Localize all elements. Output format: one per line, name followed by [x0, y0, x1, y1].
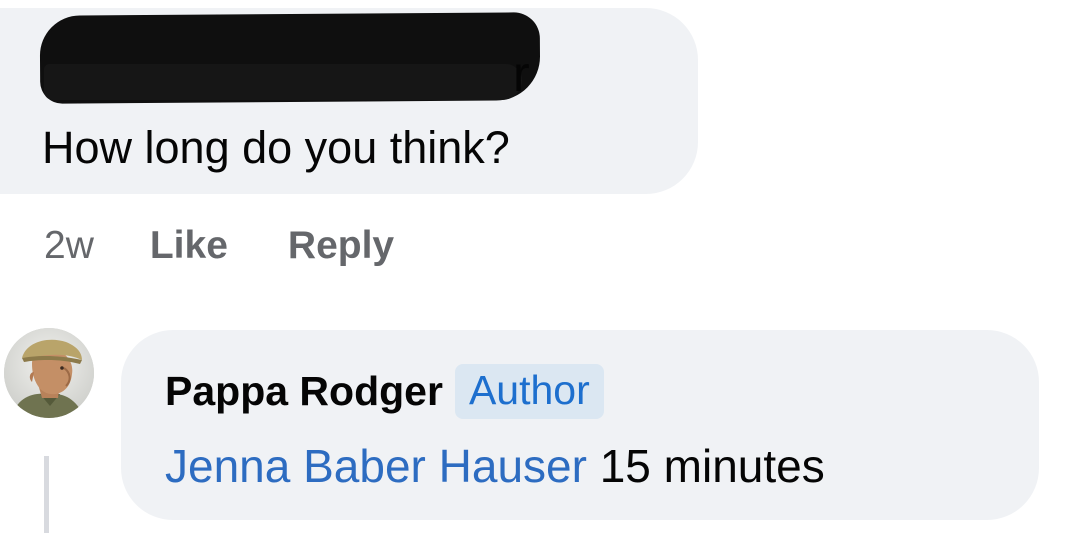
avatar[interactable] — [4, 328, 94, 418]
reply-text-row: Jenna Baber Hauser 15 minutes — [165, 440, 825, 492]
thread-connector-line — [44, 456, 49, 533]
reply-button[interactable]: Reply — [288, 224, 394, 268]
comment-text: How long do you think? — [42, 122, 510, 173]
reply-bubble: Pappa Rodger Author Jenna Baber Hauser 1… — [121, 330, 1039, 520]
author-name[interactable]: Pappa Rodger — [165, 368, 443, 415]
reply-text: 15 minutes — [599, 440, 825, 492]
mention-link[interactable]: Jenna Baber Hauser — [165, 440, 587, 492]
redaction-mark-overlap — [44, 64, 522, 100]
like-button[interactable]: Like — [150, 224, 228, 268]
soldier-profile-avatar-icon — [4, 328, 94, 418]
redacted-author-name: r — [513, 46, 530, 102]
comment-timestamp[interactable]: 2w — [44, 224, 94, 268]
reply-header: Pappa Rodger Author — [165, 364, 604, 419]
comment-actions: 2w Like Reply — [44, 222, 394, 270]
author-badge: Author — [454, 364, 604, 419]
comment-thread: r How long do you think? 2w Like Reply P… — [0, 0, 1080, 533]
comment-bubble: r How long do you think? — [0, 8, 698, 194]
